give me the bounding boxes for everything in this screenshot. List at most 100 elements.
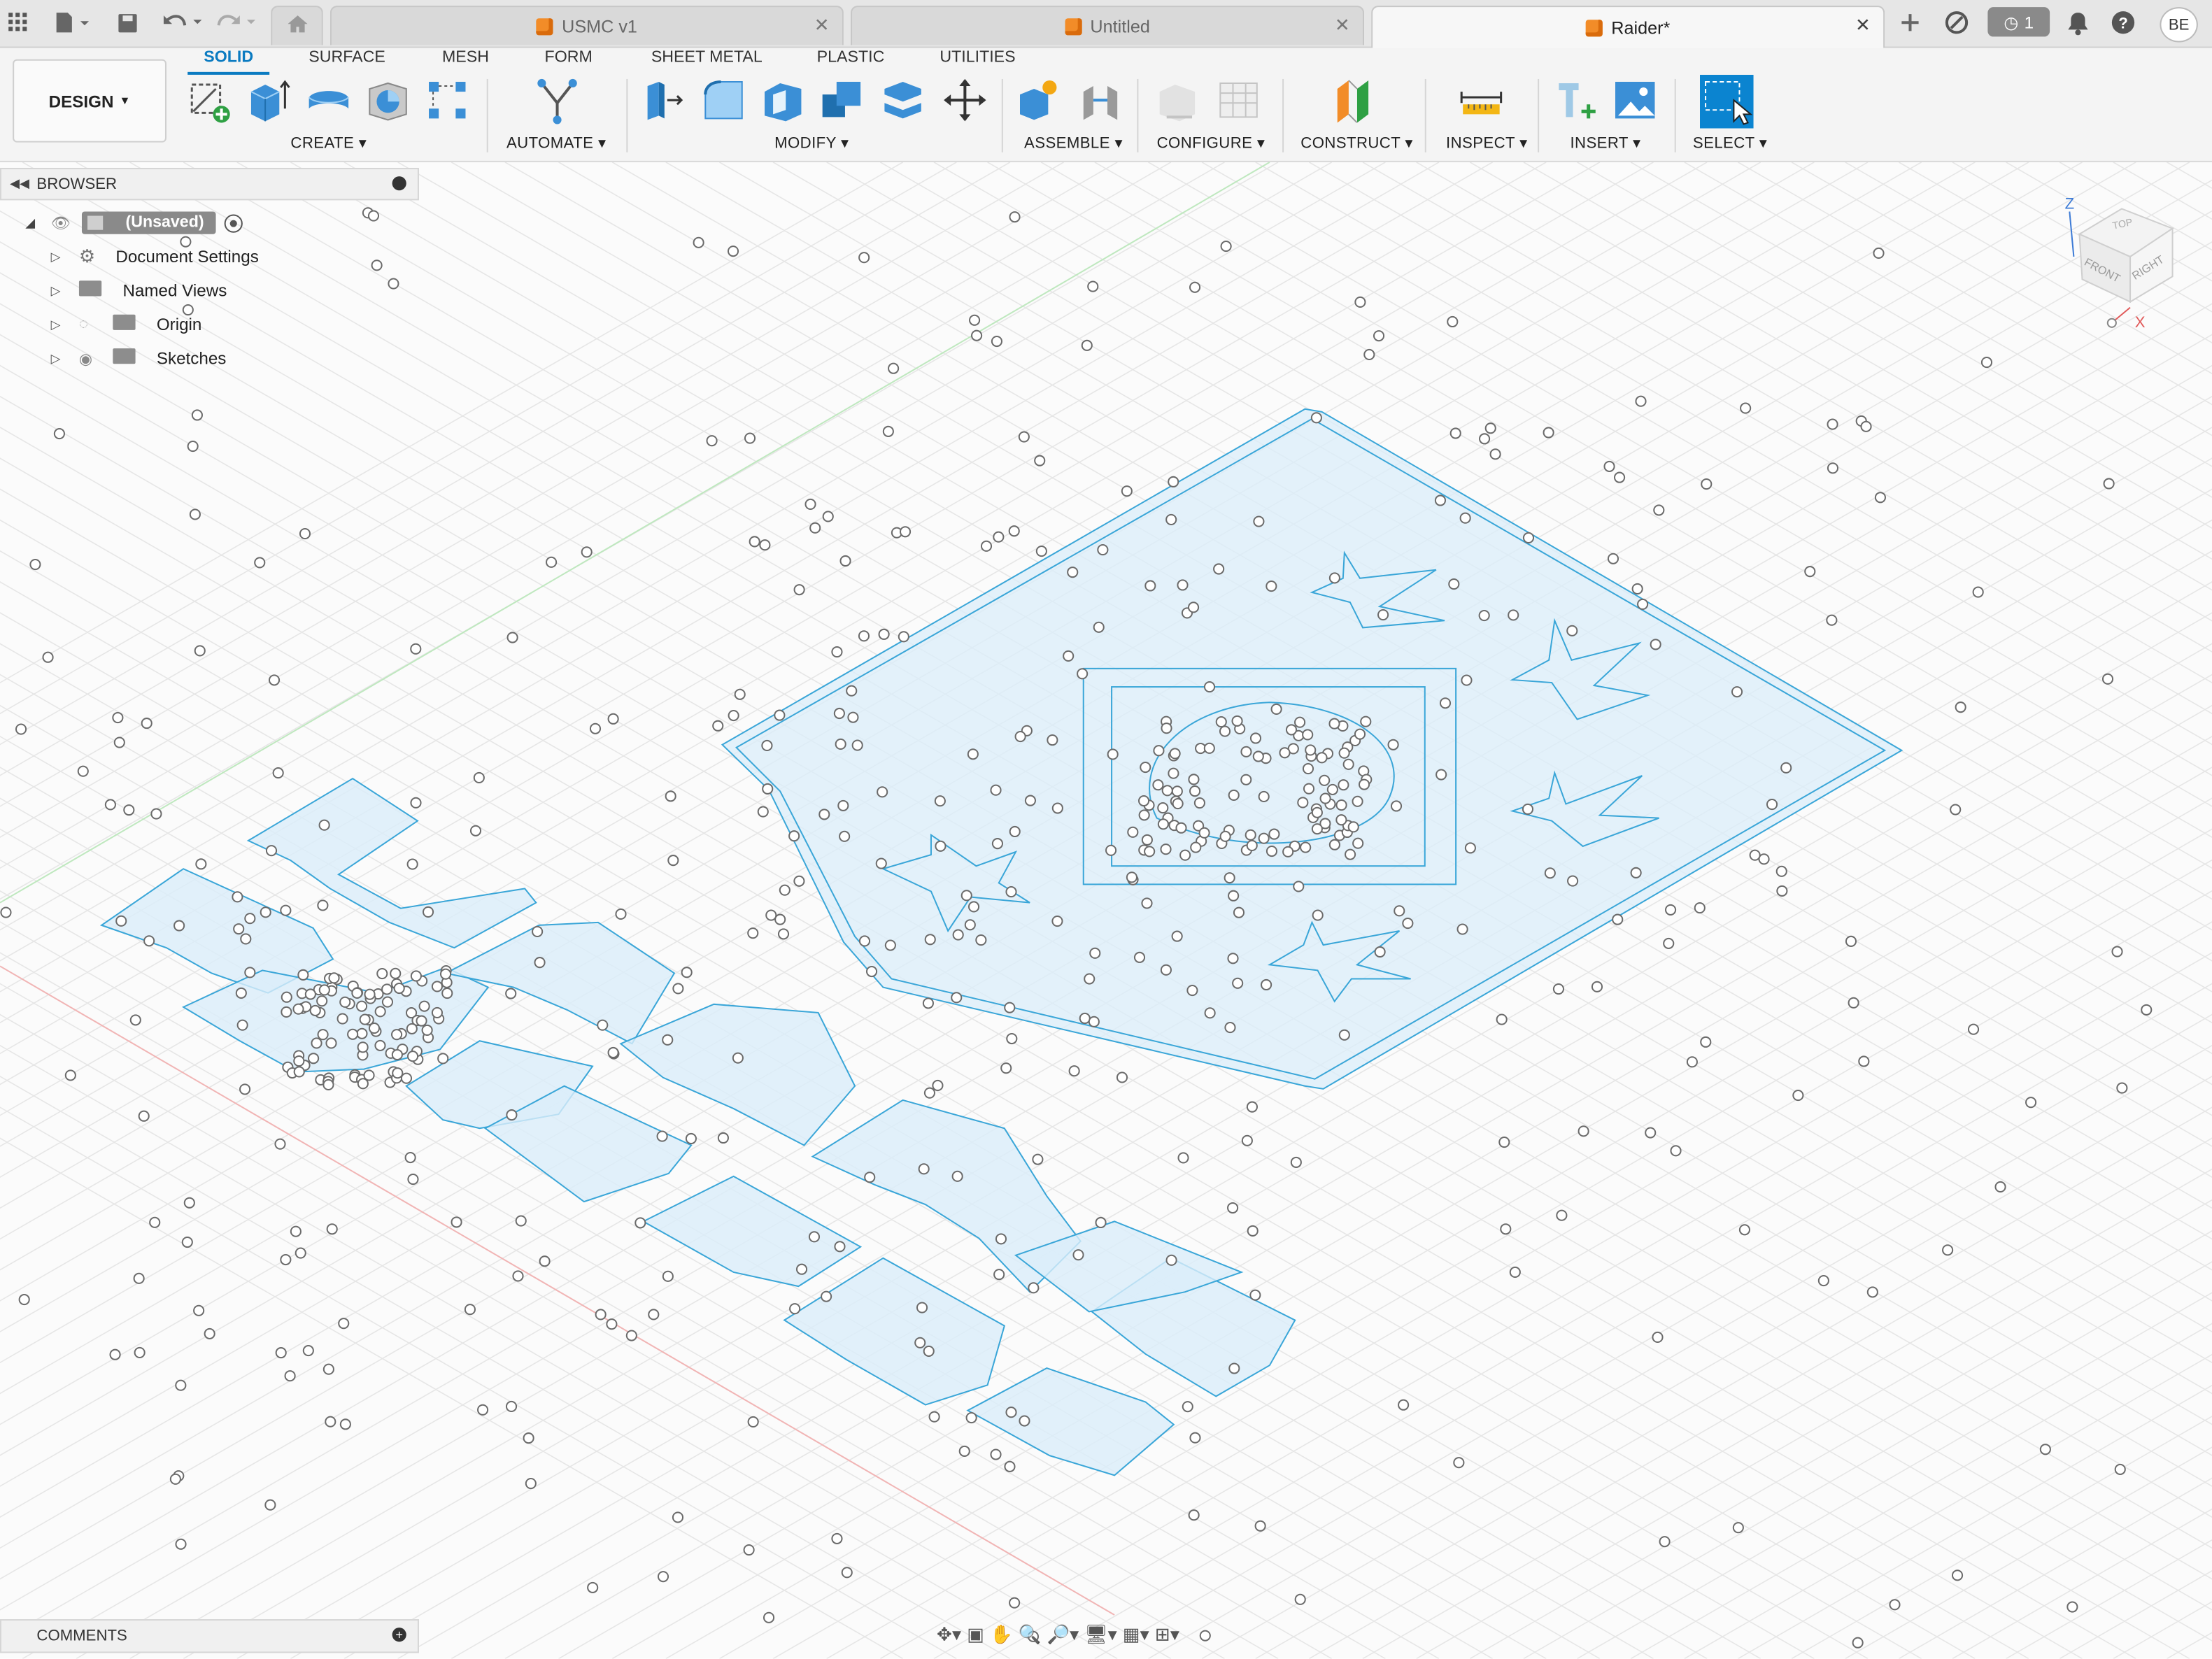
close-tab-icon[interactable]: ✕ [1855, 14, 1871, 36]
browser-item-document-settings[interactable]: ▷ ⚙ Document Settings [51, 243, 259, 271]
shell-icon[interactable] [760, 78, 806, 123]
new-component-icon[interactable] [1016, 78, 1061, 123]
tab-form[interactable]: FORM [539, 50, 598, 72]
workspace-switcher[interactable]: DESIGN ▼ [13, 59, 166, 143]
sketch-point [173, 920, 185, 932]
collapse-arrow-icon[interactable]: ◢ [25, 215, 50, 231]
zoom-icon[interactable]: 🔍 [1019, 1623, 1042, 1646]
sketch-point [322, 1363, 334, 1375]
browser-item-sketches[interactable]: ▷ ◉ Sketches [51, 344, 226, 372]
sketch-point [960, 890, 972, 902]
minimize-panel-icon[interactable] [392, 176, 406, 191]
offset-plane-icon[interactable] [1332, 78, 1377, 123]
notifications-bell-icon[interactable] [2062, 7, 2093, 38]
hidden-eye-icon[interactable]: ◌ [79, 316, 113, 333]
browser-item-origin[interactable]: ▷ ◌ Origin [51, 311, 201, 339]
tab-usmc[interactable]: USMC v1 ✕ [329, 6, 844, 45]
tab-raider[interactable]: Raider* ✕ [1371, 6, 1885, 48]
tab-utilities[interactable]: UTILITIES [937, 50, 1019, 72]
save-icon[interactable] [114, 8, 139, 36]
home-tab[interactable] [271, 6, 323, 45]
modify-menu[interactable]: MODIFY ▾ [774, 134, 849, 152]
sketch-point [123, 804, 135, 816]
pan-icon[interactable]: ✋ [990, 1623, 1013, 1646]
sketch-point [441, 988, 453, 999]
split-body-icon[interactable] [880, 78, 926, 123]
automate-icon[interactable] [533, 78, 581, 126]
new-tab-icon[interactable] [1893, 7, 1927, 38]
file-icon[interactable] [51, 8, 93, 36]
hole-icon[interactable] [365, 78, 411, 123]
sketch-point [317, 899, 329, 911]
job-status-button[interactable]: ◷ 1 [1987, 7, 2050, 37]
expand-arrow-icon[interactable]: ▷ [51, 317, 79, 332]
help-icon[interactable]: ? [2108, 7, 2139, 38]
3d-viewport-canvas[interactable]: TOP FRONT RIGHT Z X [0, 162, 2212, 1659]
create-sketch-icon[interactable] [187, 78, 233, 123]
grid-settings-icon[interactable]: ▦▾ [1123, 1623, 1149, 1646]
add-comment-icon[interactable]: + [392, 1628, 406, 1642]
collapse-browser-icon[interactable]: ◀◀ [10, 176, 29, 192]
measure-icon[interactable] [1459, 78, 1504, 123]
tab-label: Raider* [1611, 17, 1671, 38]
tab-mesh[interactable]: MESH [436, 50, 495, 72]
pattern-icon[interactable] [425, 78, 470, 123]
move-copy-icon[interactable] [942, 78, 988, 123]
close-tab-icon[interactable]: ✕ [814, 14, 830, 36]
inspect-menu[interactable]: INSPECT ▾ [1446, 134, 1528, 152]
joint-icon[interactable] [1078, 78, 1123, 123]
assemble-menu[interactable]: ASSEMBLE ▾ [1024, 134, 1123, 152]
activate-radio-icon[interactable] [223, 213, 243, 232]
grid-menu-icon[interactable] [7, 8, 29, 36]
user-avatar[interactable]: BE [2160, 7, 2198, 43]
visibility-eye-icon[interactable]: ◉ [79, 349, 113, 367]
visibility-eye-icon[interactable]: 👁 [51, 214, 82, 232]
create-menu[interactable]: CREATE ▾ [290, 134, 367, 152]
sketch-point [1310, 412, 1322, 424]
expand-arrow-icon[interactable]: ▷ [51, 350, 79, 366]
sketch-point [1578, 1125, 1589, 1137]
extrude-icon[interactable] [246, 78, 291, 123]
tab-sheet-metal[interactable]: SHEET METAL [646, 50, 767, 72]
insert-menu[interactable]: INSERT ▾ [1570, 134, 1640, 152]
browser-root-row[interactable]: ◢ 👁 (Unsaved) [25, 208, 243, 236]
automate-menu[interactable]: AUTOMATE ▾ [506, 134, 607, 152]
comments-panel[interactable]: COMMENTS + [0, 1619, 419, 1653]
extensions-icon[interactable] [1941, 7, 1972, 38]
close-tab-icon[interactable]: ✕ [1335, 14, 1350, 36]
select-menu[interactable]: SELECT ▾ [1693, 134, 1767, 152]
insert-canvas-icon[interactable] [1612, 78, 1658, 123]
redo-icon[interactable] [213, 8, 259, 36]
select-label: SELECT [1692, 135, 1755, 152]
browser-item-named-views[interactable]: ▷ Named Views [51, 276, 227, 304]
sketch-point [1338, 779, 1349, 791]
orbit-icon[interactable]: ✥▾ [937, 1623, 961, 1646]
expand-arrow-icon[interactable]: ▷ [51, 283, 79, 298]
tab-plastic[interactable]: PLASTIC [811, 50, 891, 72]
root-component[interactable]: (Unsaved) [81, 211, 215, 234]
browser-panel-header[interactable]: ◀◀ BROWSER [0, 167, 419, 201]
zoom-window-icon[interactable]: 🔎▾ [1047, 1623, 1079, 1646]
look-at-icon[interactable]: ▣ [967, 1623, 984, 1646]
tab-solid[interactable]: SOLID [193, 50, 264, 72]
configuration-table-icon[interactable] [1216, 78, 1261, 123]
revolve-icon[interactable] [306, 78, 352, 123]
select-icon[interactable] [1700, 74, 1754, 129]
press-pull-icon[interactable] [642, 78, 688, 123]
configure-parameters-icon[interactable] [1156, 78, 1201, 123]
expand-arrow-icon[interactable]: ▷ [51, 249, 79, 264]
insert-derive-icon[interactable] [1553, 78, 1598, 123]
construct-menu[interactable]: CONSTRUCT ▾ [1300, 134, 1413, 152]
display-settings-icon[interactable]: 🖥▾ [1084, 1623, 1116, 1646]
tab-surface[interactable]: SURFACE [305, 50, 390, 72]
sketch-point [1279, 747, 1291, 759]
configure-menu[interactable]: CONFIGURE ▾ [1157, 134, 1265, 152]
viewports-icon[interactable]: ⊞▾ [1155, 1623, 1179, 1646]
tab-untitled[interactable]: Untitled ✕ [851, 6, 1365, 45]
fillet-icon[interactable] [701, 78, 746, 123]
sketch-point [451, 1216, 462, 1228]
sketch-point [967, 901, 980, 913]
sketch-point [374, 1039, 386, 1051]
combine-icon[interactable] [820, 78, 865, 123]
undo-icon[interactable] [159, 8, 205, 36]
